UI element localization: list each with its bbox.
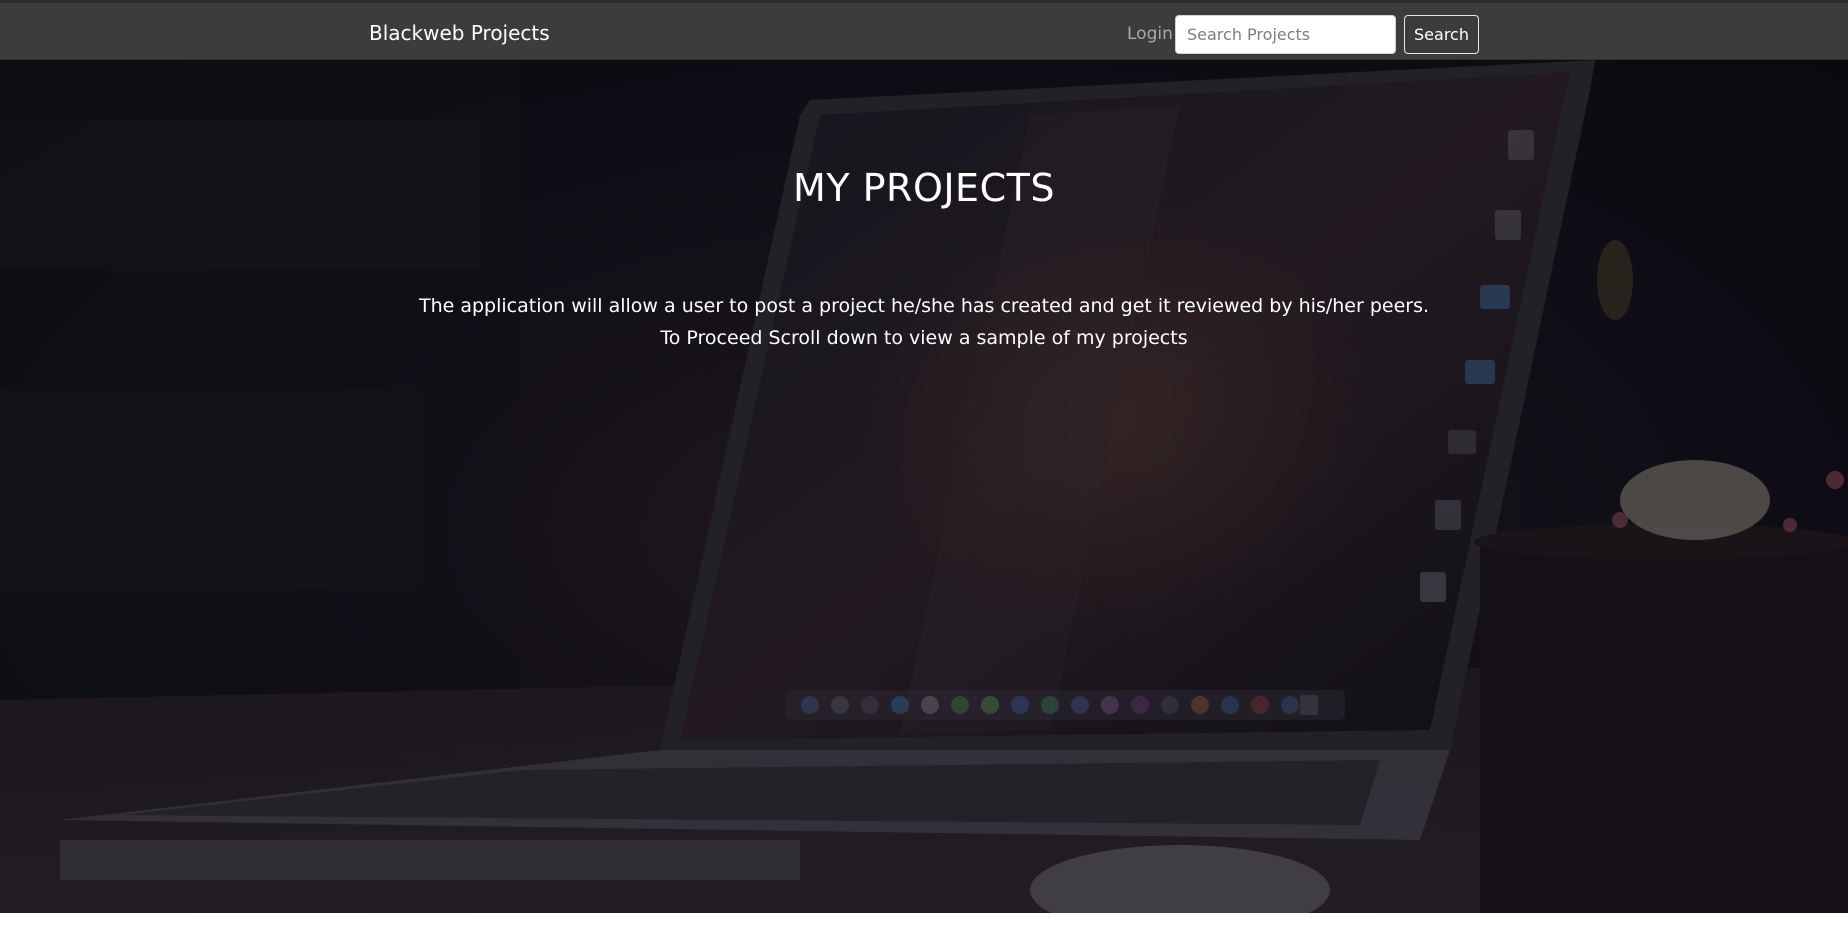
hero-description: The application will allow a user to pos…: [0, 290, 1848, 354]
login-link[interactable]: Login: [1127, 24, 1173, 44]
page-title: MY PROJECTS: [793, 166, 1055, 210]
hero-description-line-1: The application will allow a user to pos…: [418, 295, 1430, 317]
page-bottom-area: [0, 913, 1848, 935]
brand-link[interactable]: Blackweb Projects: [369, 21, 550, 45]
search-input[interactable]: [1175, 15, 1396, 54]
top-navbar: Blackweb Projects Login Search: [0, 0, 1848, 60]
hero-description-line-2: To Proceed Scroll down to view a sample …: [660, 327, 1188, 349]
search-button[interactable]: Search: [1404, 15, 1479, 54]
hero-section: MY PROJECTS The application will allow a…: [0, 60, 1848, 913]
